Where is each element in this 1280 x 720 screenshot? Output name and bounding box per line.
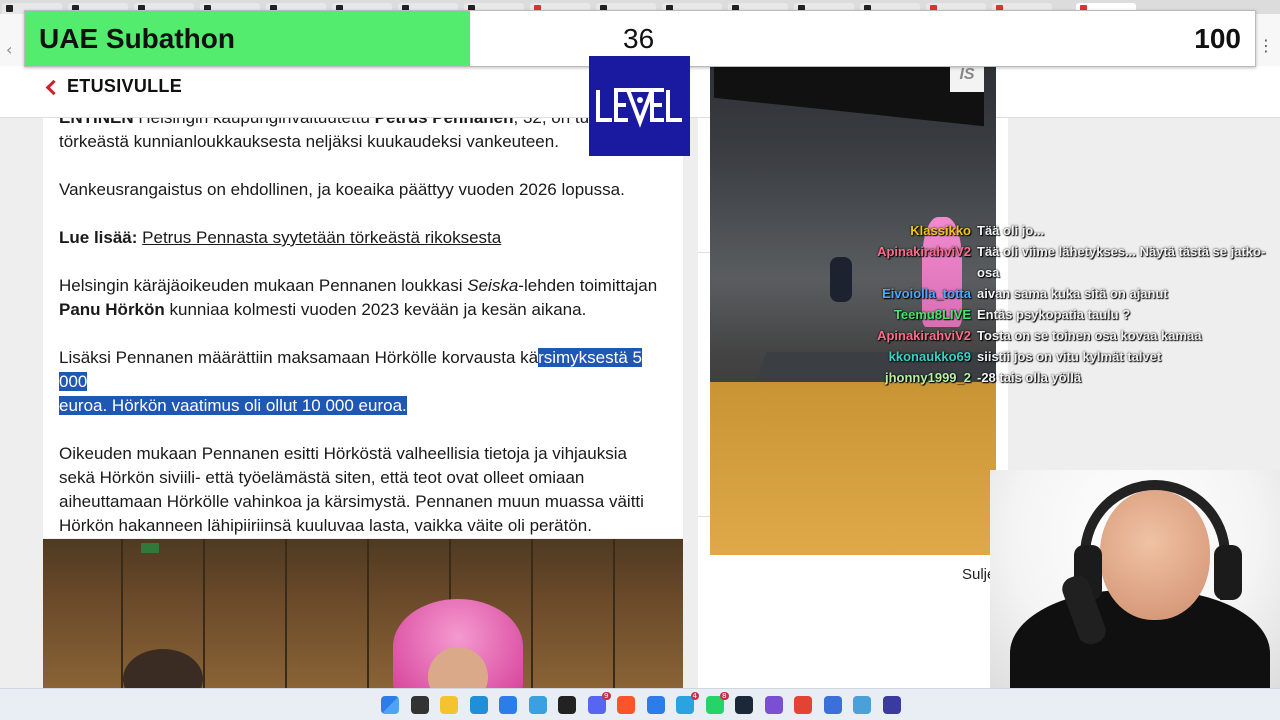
text-span: törkeästä kunnianloukkauksesta neljäksi … bbox=[59, 132, 559, 151]
visual-studio-icon[interactable] bbox=[764, 696, 783, 714]
mail-icon[interactable] bbox=[646, 696, 665, 714]
snipping-icon[interactable] bbox=[528, 696, 547, 714]
task-view-icon[interactable] bbox=[410, 696, 429, 714]
exit-sign bbox=[141, 543, 159, 553]
chat-message: kkonaukko69 siistii jos on vitu kylmät ta… bbox=[820, 346, 1270, 367]
chat-text: Tosta on se toinen osa kovaa kamaa bbox=[977, 328, 1202, 343]
chat-message: Eivoiolla_totta aivan sama kuka sitä on a… bbox=[820, 283, 1270, 304]
level-logo bbox=[589, 56, 690, 156]
obs-icon[interactable] bbox=[558, 696, 576, 714]
article-paragraph-6: Oikeuden mukaan Pennanen esitti Hörköstä… bbox=[59, 444, 644, 535]
browser-menu-icon[interactable]: ⋮ bbox=[1258, 36, 1274, 55]
read-more-label: Lue lisää: bbox=[59, 228, 138, 247]
chat-username: ApinakirahviV2 bbox=[877, 244, 971, 259]
chat-username: ApinakirahviV2 bbox=[877, 328, 971, 343]
browser-back-icon[interactable]: ‹ bbox=[6, 40, 12, 59]
chat-message: Klassikko Tää oli jo... bbox=[820, 220, 1270, 241]
windows-start-icon[interactable] bbox=[381, 696, 399, 714]
headphones bbox=[1080, 480, 1230, 600]
chat-message: ApinakirahviV2 Tää oli viime lähetykses..… bbox=[820, 241, 1270, 283]
chat-text: -28 tais olla yöllä bbox=[977, 370, 1082, 385]
chat-text: Tää oli viime lähetykses... Näytä tästä … bbox=[977, 244, 1266, 280]
text-span: , 32, on tuo bbox=[514, 118, 599, 127]
italic-term: Seiska bbox=[467, 276, 519, 295]
article-paragraph-read-more: Lue lisää: Petrus Pennasta syytetään tör… bbox=[59, 226, 667, 250]
back-to-frontpage-link[interactable]: ETUSIVULLE bbox=[45, 76, 183, 97]
notification-badge: 8 bbox=[720, 692, 729, 700]
windows-taskbar: 9 4 8 bbox=[0, 688, 1280, 720]
chat-text: Entäs psykopatia taulu ? bbox=[977, 307, 1131, 322]
chat-username: Eivoiolla_totta bbox=[882, 286, 971, 301]
chat-text: Tää oli jo... bbox=[977, 223, 1045, 238]
back-link-label: ETUSIVULLE bbox=[67, 76, 183, 96]
file-explorer-icon[interactable] bbox=[440, 696, 458, 714]
text-span: Helsingin kaupunginvaltuutettu bbox=[134, 118, 375, 127]
text-span: Helsingin käräjäoikeuden mukaan Pennanen… bbox=[59, 276, 468, 295]
text-span: kunniaa kolmesti vuoden 2023 kevään ja k… bbox=[164, 300, 587, 319]
subathon-goal: 100 bbox=[1194, 23, 1241, 54]
text-span: -lehden toimittajan bbox=[518, 276, 658, 295]
webcam-feed bbox=[990, 470, 1280, 688]
level-logo-icon bbox=[595, 88, 682, 128]
article-photo bbox=[43, 539, 683, 688]
chat-text: siistii jos on vitu kylmät talvet bbox=[977, 349, 1162, 364]
lead-word: ENTINEN bbox=[59, 118, 134, 127]
subathon-title: UAE Subathon bbox=[39, 23, 235, 54]
todoist-icon[interactable] bbox=[794, 696, 812, 714]
chevron-left-icon bbox=[45, 79, 62, 95]
notepad-icon[interactable] bbox=[853, 696, 871, 714]
chat-message: ApinakirahviV2 Tosta on se toinen osa kov… bbox=[820, 325, 1270, 346]
article-paragraph-4: Helsingin käräjäoikeuden mukaan Pennanen… bbox=[59, 274, 667, 322]
chat-username: Klassikko bbox=[910, 223, 971, 238]
discord-icon[interactable]: 9 bbox=[587, 692, 611, 714]
screen: ‹ ⋮ ETUSIVULLE ENTINEN Helsingin kaupung… bbox=[0, 0, 1280, 720]
courtroom-desk bbox=[710, 382, 996, 555]
article-paragraph-5[interactable]: Lisäksi Pennanen määrättiin maksamaan Hö… bbox=[59, 346, 667, 418]
notification-badge: 9 bbox=[602, 692, 611, 700]
chat-text: aivan sama kuka sitä on ajanut bbox=[977, 286, 1168, 301]
person-name: Panu Hörkön bbox=[59, 300, 165, 319]
notification-badge: 4 bbox=[690, 692, 699, 700]
text-span: Lisäksi Pennanen määrättiin maksamaan Hö… bbox=[59, 348, 539, 367]
chat-overlay: Klassikko Tää oli jo... ApinakirahviV2 Tää … bbox=[820, 220, 1270, 388]
subathon-current: 36 bbox=[623, 23, 655, 54]
chat-message: jhonny1999_2 -28 tais olla yöllä bbox=[820, 367, 1270, 388]
read-more-link[interactable]: Petrus Pennasta syytetään törkeästä riko… bbox=[142, 228, 501, 247]
chat-message: Teemu8LIVE Entäs psykopatia taulu ? bbox=[820, 304, 1270, 325]
obs-studio-icon[interactable] bbox=[882, 696, 901, 714]
person-name: Petrus Pennanen bbox=[375, 118, 514, 127]
chat-username: kkonaukko69 bbox=[888, 349, 971, 364]
whatsapp-icon[interactable]: 8 bbox=[705, 692, 729, 714]
telegram-icon[interactable]: 4 bbox=[676, 692, 699, 714]
brave-icon[interactable] bbox=[617, 696, 635, 714]
edge-icon[interactable] bbox=[469, 696, 488, 714]
selected-text: euroa. Hörkön vaatimus oli ollut 10 000 … bbox=[59, 396, 407, 415]
store-icon[interactable] bbox=[499, 696, 517, 714]
chat-username: jhonny1999_2 bbox=[885, 370, 971, 385]
sync-icon[interactable] bbox=[823, 696, 842, 714]
article-paragraph-1: ENTINEN Helsingin kaupunginvaltuutettu P… bbox=[59, 118, 667, 154]
article-paragraph-2: Vankeusrangaistus on ehdollinen, ja koea… bbox=[59, 180, 625, 199]
chat-username: Teemu8LIVE bbox=[893, 307, 971, 322]
article-body: ENTINEN Helsingin kaupunginvaltuutettu P… bbox=[43, 118, 683, 538]
steam-icon[interactable] bbox=[735, 696, 753, 714]
